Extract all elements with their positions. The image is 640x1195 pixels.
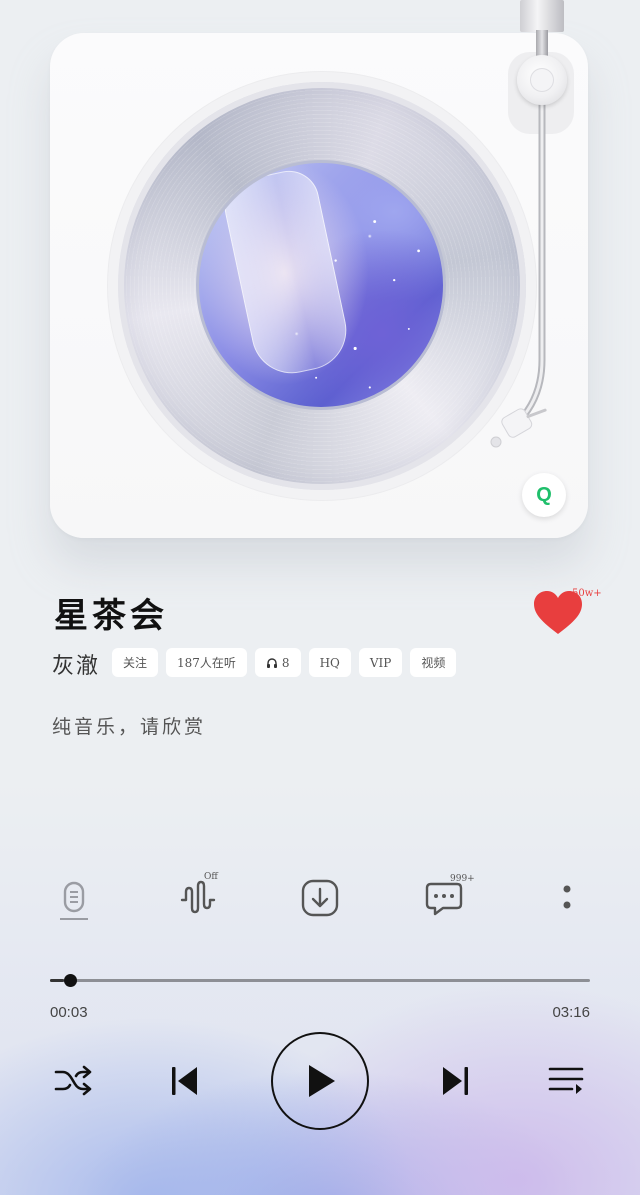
artist-name[interactable]: 灰澈 xyxy=(52,648,100,680)
previous-icon xyxy=(172,1067,197,1095)
song-tags: 关注 187人在听 8 HQ VIP 视频 xyxy=(112,648,457,677)
like-count: 50w+ xyxy=(572,588,602,599)
vip-tag[interactable]: VIP xyxy=(358,648,403,677)
lyrics-icon xyxy=(60,881,88,920)
song-title: 星茶会 xyxy=(54,596,168,636)
sound-effect-button[interactable]: Off xyxy=(176,870,220,926)
playlist-icon xyxy=(548,1067,584,1094)
headphone-icon xyxy=(266,657,277,668)
tonearm-counterweight xyxy=(520,0,564,32)
tonearm[interactable] xyxy=(470,90,570,470)
listeners-tag[interactable]: 187人在听 xyxy=(166,648,247,677)
lyrics-button[interactable] xyxy=(52,870,96,926)
album-cover[interactable] xyxy=(196,160,446,410)
progress-fill xyxy=(50,979,64,982)
comment-icon xyxy=(425,882,463,916)
background-gradient xyxy=(0,780,640,1195)
more-button[interactable] xyxy=(556,870,578,926)
play-button[interactable] xyxy=(271,1032,369,1130)
total-time: 03:16 xyxy=(552,1004,590,1021)
follow-button[interactable]: 关注 xyxy=(112,648,159,677)
quality-tag[interactable]: HQ xyxy=(308,648,351,677)
progress-bar[interactable] xyxy=(50,974,590,987)
playlist-button[interactable] xyxy=(544,1062,588,1100)
cover-art-stars xyxy=(315,220,420,389)
tonearm-pivot xyxy=(517,55,567,105)
action-bar: Off 999+ xyxy=(0,870,640,926)
sound-effect-badge: Off xyxy=(204,872,218,882)
brand-badge[interactable]: Q xyxy=(522,473,566,517)
current-time: 00:03 xyxy=(50,1004,88,1021)
playback-controls xyxy=(0,1030,640,1130)
progress-thumb[interactable] xyxy=(64,974,77,987)
download-icon xyxy=(301,879,339,917)
song-description: 纯音乐，请欣赏 xyxy=(52,716,207,738)
download-button[interactable] xyxy=(298,870,342,926)
shuffle-icon xyxy=(54,1065,92,1096)
previous-button[interactable] xyxy=(162,1062,206,1100)
next-button[interactable] xyxy=(434,1062,478,1100)
next-icon xyxy=(443,1067,468,1095)
shuffle-button[interactable] xyxy=(50,1060,96,1100)
video-tag[interactable]: 视频 xyxy=(410,648,457,677)
headphone-count: 8 xyxy=(281,655,290,670)
headphone-tag[interactable]: 8 xyxy=(254,648,301,677)
more-icon xyxy=(563,885,571,909)
sound-effect-icon xyxy=(180,880,216,914)
play-icon xyxy=(309,1065,335,1097)
comment-button[interactable]: 999+ xyxy=(420,870,475,926)
comment-count-badge: 999+ xyxy=(450,874,475,884)
